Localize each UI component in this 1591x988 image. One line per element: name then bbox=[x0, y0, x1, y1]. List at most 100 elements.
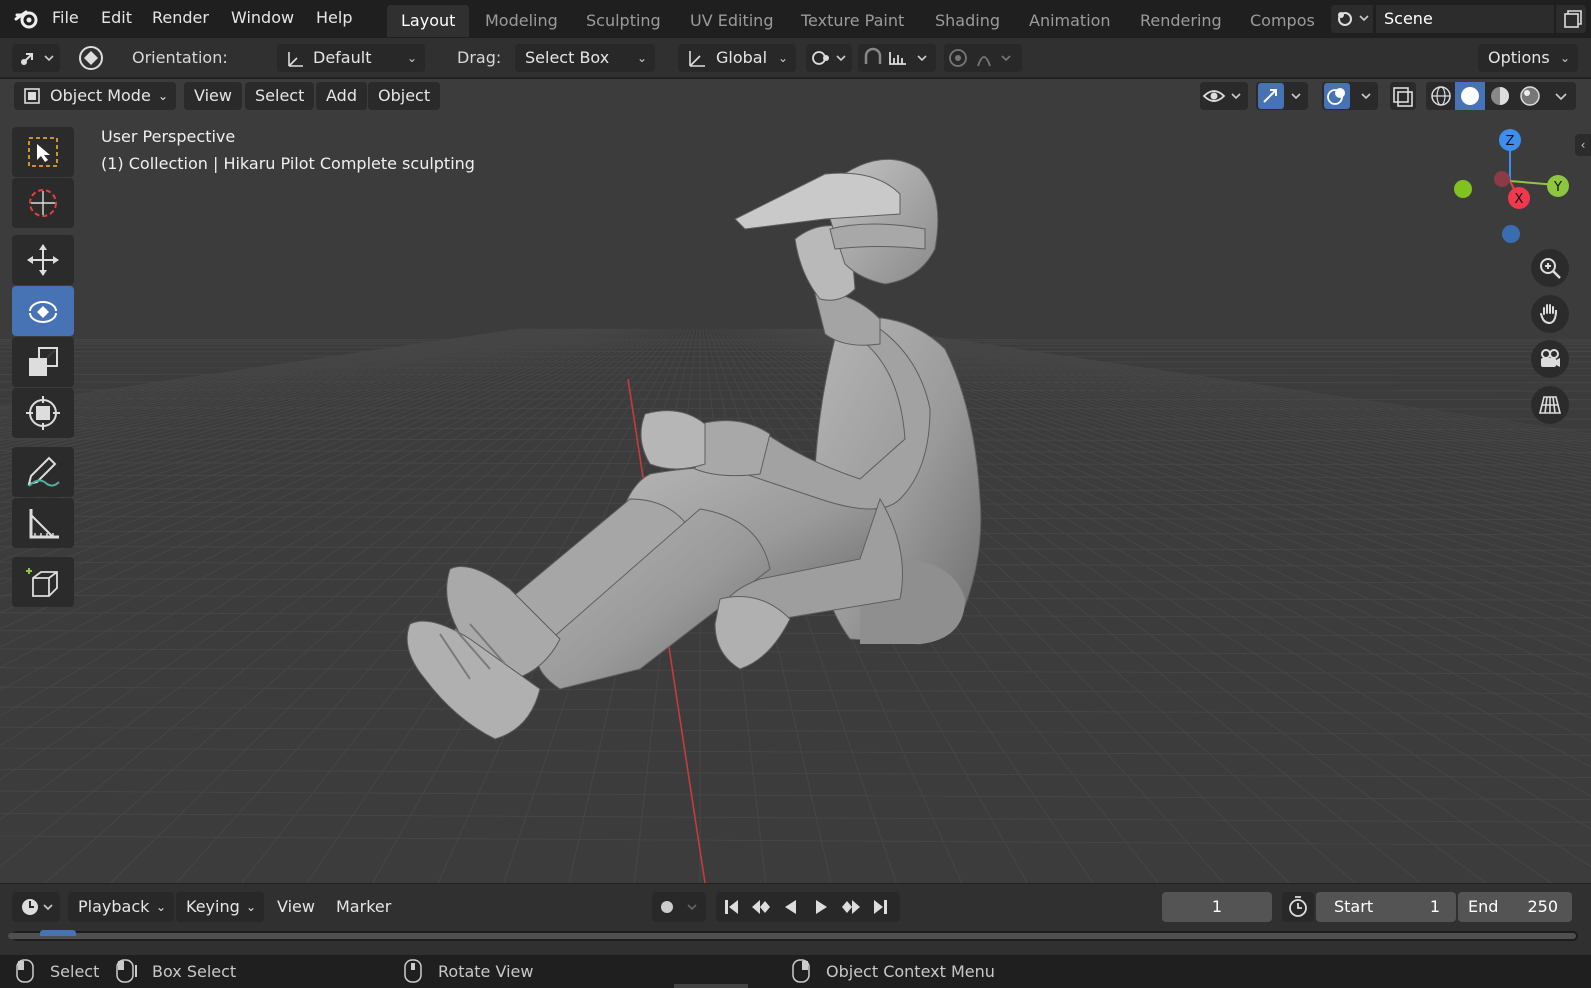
menu-edit[interactable]: Edit bbox=[101, 8, 132, 27]
zoom-icon bbox=[1540, 258, 1561, 279]
measure-tool[interactable] bbox=[12, 498, 74, 548]
add-cube-icon bbox=[26, 568, 58, 597]
tab-sculpting[interactable]: Sculpting bbox=[572, 5, 675, 37]
transform-orientation-dropdown[interactable]: Global ⌄ bbox=[678, 44, 796, 72]
start-frame-field[interactable]: Start 1 bbox=[1316, 892, 1456, 922]
prev-keyframe-icon[interactable] bbox=[746, 892, 776, 922]
tool-settings-toggle[interactable] bbox=[12, 44, 60, 72]
menu-select[interactable]: Select bbox=[245, 82, 315, 110]
clock-editor-icon bbox=[22, 899, 53, 915]
status-bar-resize-handle[interactable] bbox=[674, 984, 748, 988]
sidebar-toggle[interactable]: ‹ bbox=[1575, 134, 1591, 156]
orientation-dropdown[interactable]: Default ⌄ bbox=[277, 44, 425, 72]
jump-start-icon[interactable] bbox=[716, 892, 746, 922]
zoom-view-button[interactable] bbox=[1531, 249, 1569, 287]
cursor-tool[interactable] bbox=[12, 178, 74, 228]
chevron-down-icon: ⌄ bbox=[155, 900, 166, 914]
status-box-select-hint: Box Select bbox=[152, 962, 237, 981]
menu-file[interactable]: File bbox=[52, 8, 79, 27]
blender-logo-icon[interactable] bbox=[14, 6, 40, 32]
pan-view-button[interactable] bbox=[1531, 295, 1569, 333]
menu-object[interactable]: Object bbox=[368, 82, 441, 110]
drag-dropdown[interactable]: Select Box ⌄ bbox=[515, 44, 655, 72]
keying-label: Keying bbox=[186, 897, 240, 916]
tab-shading[interactable]: Shading bbox=[921, 5, 1014, 37]
menu-render[interactable]: Render bbox=[152, 8, 209, 27]
tab-rendering[interactable]: Rendering bbox=[1126, 5, 1236, 37]
timeline-marker-menu[interactable]: Marker bbox=[326, 892, 401, 922]
options-label: Options bbox=[1488, 48, 1550, 67]
transform-tool-icon bbox=[21, 53, 54, 65]
drag-label: Drag: bbox=[457, 48, 502, 67]
neg-z-handle bbox=[1502, 225, 1520, 243]
transform-tool[interactable] bbox=[12, 388, 74, 438]
rotate-tool[interactable] bbox=[12, 286, 74, 336]
rendered-shading-icon[interactable] bbox=[1515, 82, 1545, 110]
solid-shading-button[interactable] bbox=[1455, 82, 1485, 110]
snapping-controls[interactable] bbox=[858, 44, 936, 72]
select-box-tool[interactable] bbox=[12, 127, 74, 177]
tab-uv-editing[interactable]: UV Editing bbox=[676, 5, 787, 37]
pilot-sculpt-model[interactable] bbox=[0, 79, 1591, 883]
view-name-label: User Perspective bbox=[101, 127, 236, 146]
gizmo-toggle[interactable] bbox=[1256, 82, 1308, 110]
mouse-left-icon bbox=[16, 959, 34, 983]
menu-help[interactable]: Help bbox=[316, 8, 352, 27]
tab-animation[interactable]: Animation bbox=[1015, 5, 1125, 37]
wireframe-shading-icon[interactable] bbox=[1426, 82, 1456, 110]
frame-rate-toggle[interactable] bbox=[1282, 892, 1314, 922]
scene-selector-button[interactable] bbox=[1331, 5, 1373, 33]
scene-icon bbox=[1338, 12, 1369, 26]
status-rotate-view-hint: Rotate View bbox=[438, 962, 534, 981]
timeline-scrollbar[interactable] bbox=[8, 933, 1576, 939]
options-dropdown[interactable]: Options ⌄ bbox=[1478, 44, 1578, 72]
mouse-middle-icon bbox=[404, 959, 422, 983]
jump-end-icon[interactable] bbox=[866, 892, 896, 922]
scene-name-field[interactable]: Scene bbox=[1376, 5, 1554, 33]
3d-viewport[interactable]: User Perspective (1) Collection | Hikaru… bbox=[0, 79, 1591, 883]
current-frame-field[interactable]: 1 bbox=[1162, 892, 1272, 922]
xray-toggle[interactable] bbox=[1390, 82, 1416, 110]
overlays-toggle[interactable] bbox=[1322, 82, 1378, 110]
object-mode-icon bbox=[24, 88, 40, 104]
add-cube-tool[interactable] bbox=[12, 557, 74, 607]
menu-add[interactable]: Add bbox=[316, 82, 367, 110]
end-frame-field[interactable]: End 250 bbox=[1458, 892, 1572, 922]
playback-menu[interactable]: Playback ⌄ bbox=[68, 892, 174, 922]
playback-label: Playback bbox=[78, 897, 150, 916]
select-box-icon bbox=[28, 137, 58, 167]
end-label: End bbox=[1468, 897, 1499, 916]
tab-modeling[interactable]: Modeling bbox=[471, 5, 572, 37]
scale-icon bbox=[29, 347, 58, 376]
auto-keying-toggle[interactable] bbox=[652, 892, 706, 922]
play-reverse-icon[interactable] bbox=[776, 892, 806, 922]
annotate-tool[interactable] bbox=[12, 447, 74, 497]
keying-menu[interactable]: Keying ⌄ bbox=[176, 892, 264, 922]
pivot-point-icon bbox=[812, 51, 846, 65]
visibility-dropdown[interactable] bbox=[1200, 82, 1248, 110]
stopwatch-icon bbox=[1289, 896, 1307, 917]
chevron-down-icon[interactable] bbox=[1546, 82, 1576, 110]
tab-texture-paint[interactable]: Texture Paint bbox=[787, 5, 918, 37]
tab-layout[interactable]: Layout bbox=[387, 5, 470, 37]
menu-window[interactable]: Window bbox=[231, 8, 294, 27]
scale-tool[interactable] bbox=[12, 337, 74, 387]
editor-type-dropdown[interactable] bbox=[12, 892, 60, 922]
new-scene-button[interactable] bbox=[1556, 5, 1586, 33]
material-shading-icon[interactable] bbox=[1485, 82, 1515, 110]
pivot-point-dropdown[interactable] bbox=[806, 44, 852, 72]
camera-view-button[interactable] bbox=[1531, 340, 1569, 378]
mouse-drag-icon bbox=[116, 959, 137, 983]
mouse-right-icon bbox=[792, 959, 810, 983]
move-tool[interactable] bbox=[12, 235, 74, 285]
next-keyframe-icon[interactable] bbox=[836, 892, 866, 922]
ortho-toggle-button[interactable] bbox=[1531, 386, 1569, 424]
playhead-marker[interactable] bbox=[40, 930, 76, 936]
timeline-view-menu[interactable]: View bbox=[267, 892, 325, 922]
axis-navigation-gizmo[interactable]: Z Y X bbox=[1440, 119, 1570, 249]
menu-view[interactable]: View bbox=[184, 82, 242, 110]
tab-compositing[interactable]: Compos bbox=[1236, 5, 1316, 37]
mode-dropdown[interactable]: Object Mode ⌄ bbox=[14, 82, 176, 110]
play-icon[interactable] bbox=[806, 892, 836, 922]
proportional-editing-controls[interactable] bbox=[944, 44, 1022, 72]
